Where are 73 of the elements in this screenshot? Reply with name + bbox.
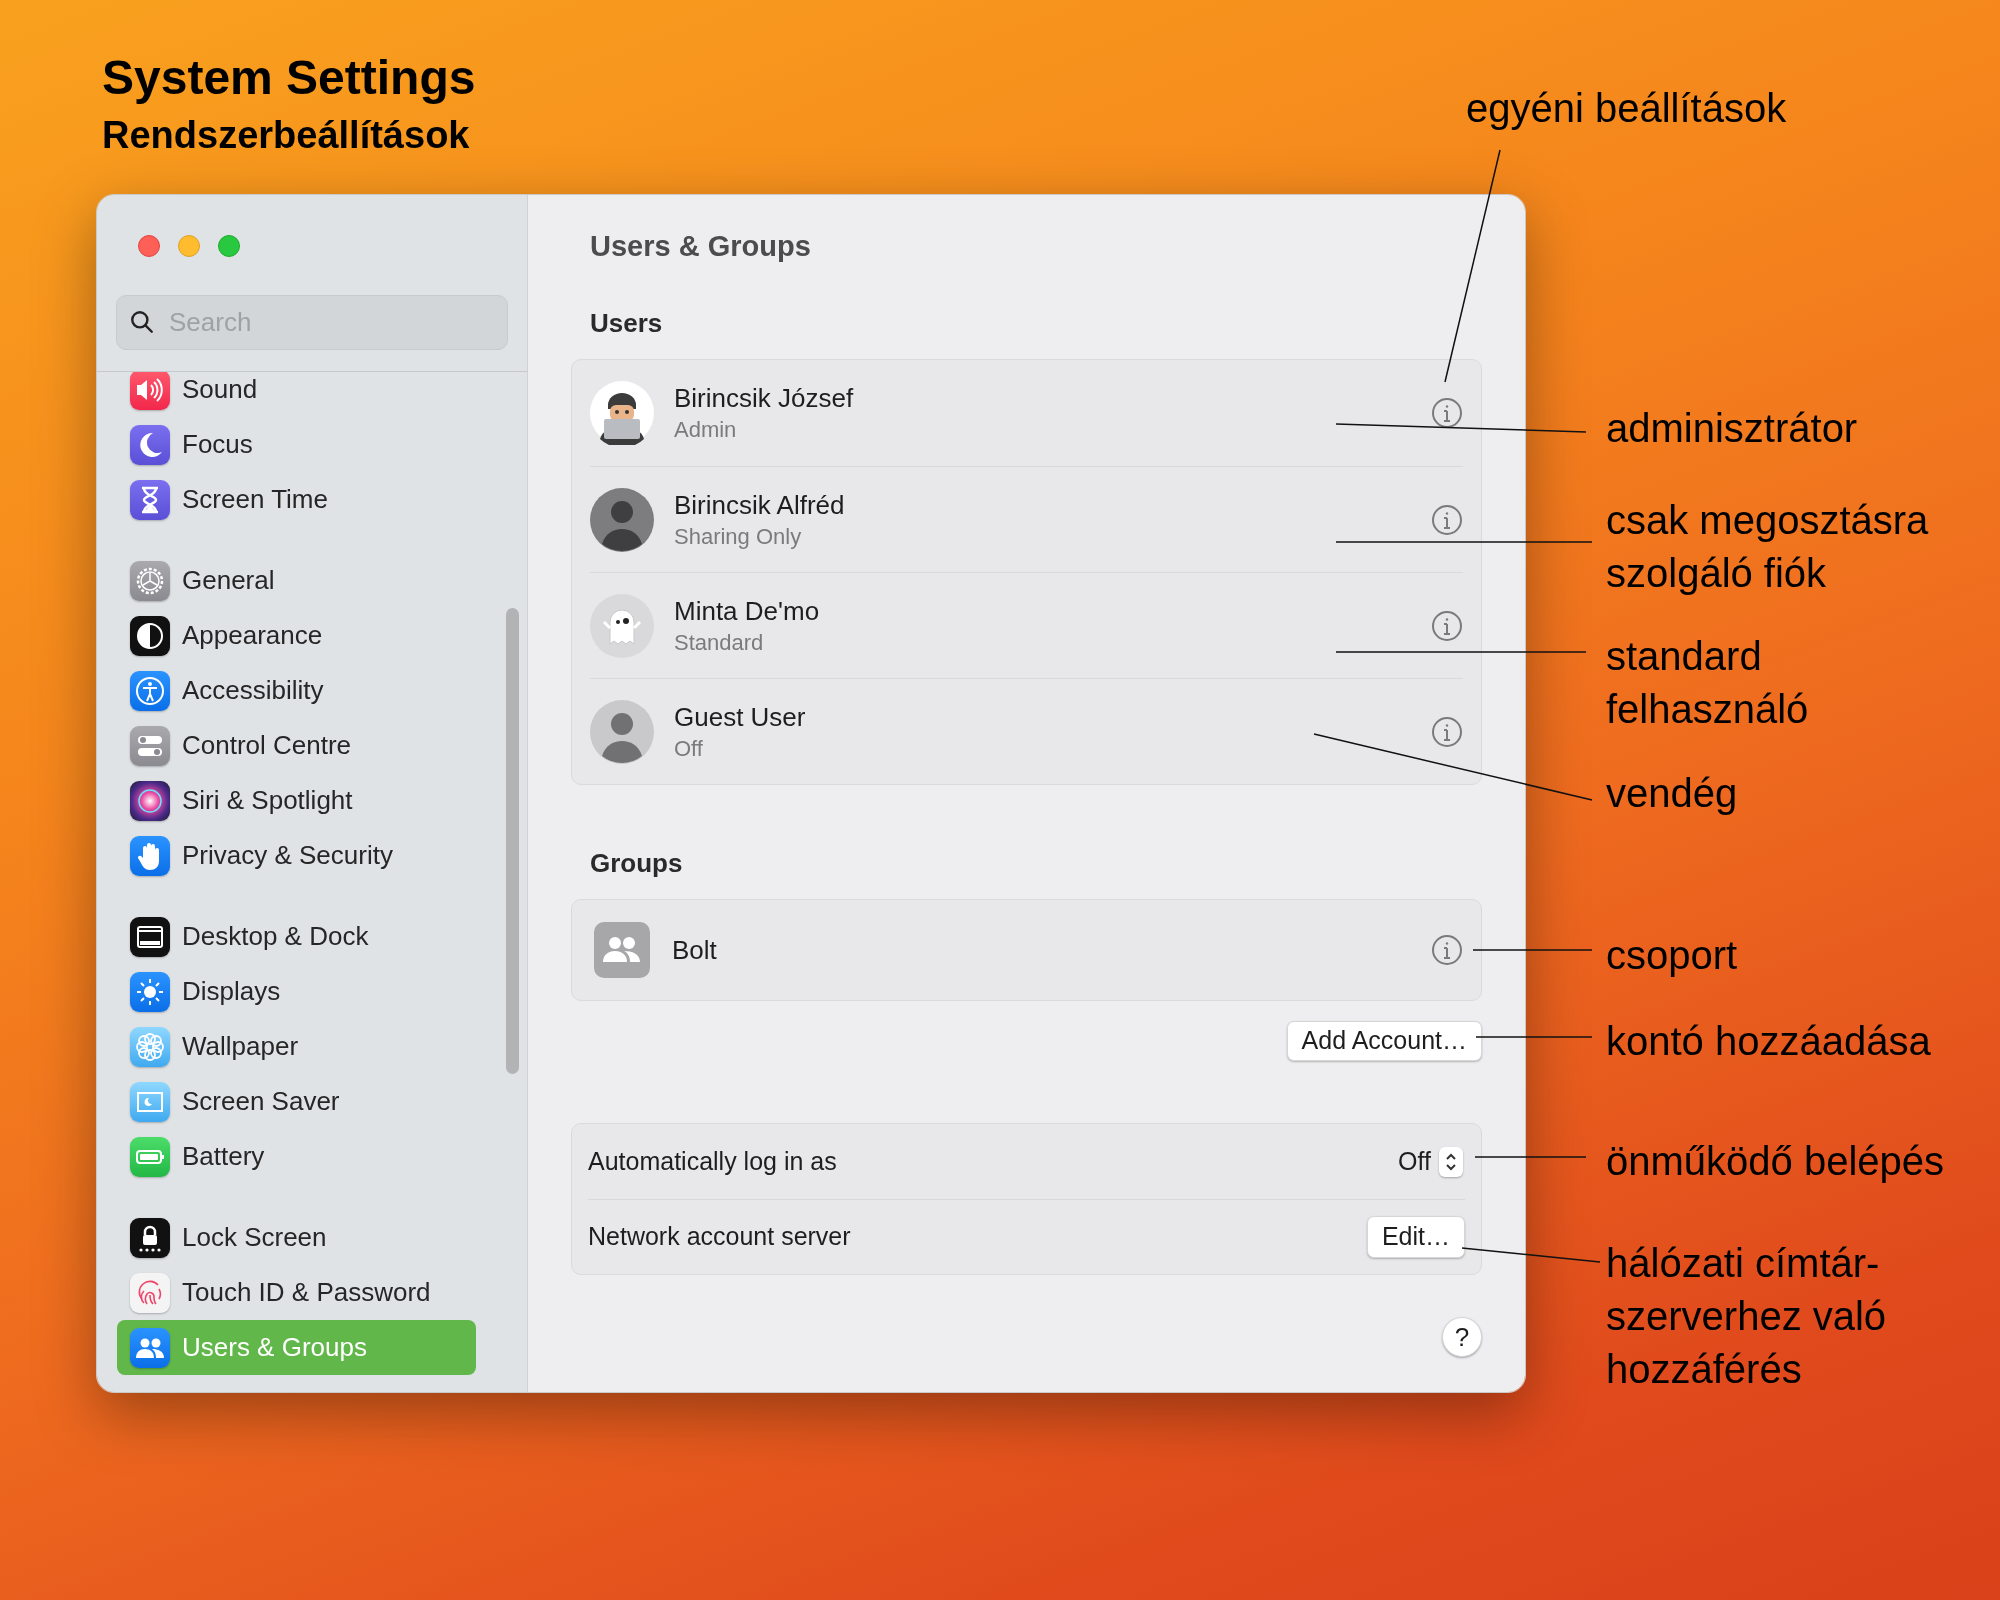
group-icon	[594, 922, 650, 978]
accessibility-icon	[130, 670, 170, 711]
callout-text: hálózati címtár- szerverhez való hozzáférés	[1606, 1240, 1887, 1393]
sidebar-item[interactable]: Lock Screen	[117, 1210, 476, 1265]
edit-button[interactable]: Edit…	[1366, 1216, 1465, 1258]
search-icon	[129, 309, 155, 335]
speaker-icon	[130, 372, 170, 410]
sidebar-item[interactable]: Touch ID & Password	[117, 1265, 476, 1320]
sidebar-item[interactable]: Siri & Spotlight	[117, 773, 476, 828]
user-name: Minta De'mo	[674, 595, 821, 626]
lock-icon	[130, 1217, 170, 1258]
zoom-button[interactable]	[218, 235, 240, 257]
sidebar-item[interactable]: Sound	[117, 372, 476, 417]
battery-icon	[130, 1136, 170, 1177]
setting-label: Network account server	[588, 1221, 852, 1253]
sidebar-item[interactable]: Displays	[117, 964, 476, 1019]
sidebar-item[interactable]: Desktop & Dock	[117, 909, 476, 964]
gear-icon	[130, 560, 170, 601]
section-heading: Users	[589, 308, 664, 338]
stepper-icon	[1439, 1146, 1463, 1177]
setting-label: Automatically log in as	[588, 1145, 838, 1177]
moon-icon	[130, 424, 170, 465]
flower-icon	[130, 1026, 170, 1067]
sidebar-item[interactable]: General	[117, 553, 476, 608]
fingerprint-icon	[130, 1272, 170, 1313]
people-icon	[130, 1327, 170, 1368]
sidebar-item[interactable]: Privacy & Security	[117, 828, 476, 883]
user-name: Guest User	[674, 701, 807, 732]
hourglass-icon	[130, 479, 170, 520]
user-role: Sharing Only	[674, 523, 803, 550]
contrast-icon	[130, 615, 170, 656]
callout-text: egyéni beállítások	[1466, 85, 1787, 132]
orb-icon	[130, 780, 170, 821]
add-account-button[interactable]: Add Account…	[1286, 1021, 1482, 1061]
ghost-avatar	[590, 593, 654, 658]
sidebar-item[interactable]: Wallpaper	[117, 1019, 476, 1074]
callout-text: kontó hozzáadása	[1606, 1018, 1931, 1065]
page-title: System Settings	[102, 50, 476, 106]
sidebar-item[interactable]: Appearance	[117, 608, 476, 663]
screen-icon	[130, 1081, 170, 1122]
user-name: Birincsik Alfréd	[674, 489, 846, 520]
cartoon-avatar	[590, 381, 654, 445]
person-avatar	[590, 699, 654, 764]
sidebar-item[interactable]: Focus	[117, 417, 476, 472]
callout-text: standard felhasználó	[1606, 633, 1809, 733]
callout-text: csak megosztásra szolgáló fiók	[1606, 497, 1929, 597]
help-button[interactable]: ?	[1442, 1317, 1482, 1357]
dock-icon	[130, 916, 170, 957]
person-avatar	[590, 487, 654, 552]
login-popup[interactable]: Off	[1398, 1142, 1463, 1181]
pane-title: Users & Groups	[589, 229, 812, 264]
callout-text: önműködő belépés	[1606, 1138, 1945, 1185]
sidebar-item[interactable]: Screen Time	[117, 472, 476, 527]
toggles-icon	[130, 725, 170, 766]
sidebar-item[interactable]: Battery	[117, 1129, 476, 1184]
user-role: Off	[674, 735, 704, 762]
callout-text: csoport	[1606, 932, 1738, 979]
sidebar-item[interactable]: Accessibility	[117, 663, 476, 718]
group-name: Bolt	[672, 933, 718, 967]
info-button[interactable]	[1431, 397, 1463, 429]
user-role: Admin	[674, 417, 738, 443]
section-heading: Groups	[589, 848, 684, 878]
hand-icon	[130, 835, 170, 876]
sun-icon	[130, 971, 170, 1012]
callout-text: adminisztrátor	[1606, 405, 1858, 452]
close-button[interactable]	[138, 235, 160, 257]
sidebar-item[interactable]: Control Centre	[117, 718, 476, 773]
scrollbar-thumb[interactable]	[506, 608, 519, 1074]
user-role: Standard	[674, 629, 765, 656]
callout-text: vendég	[1606, 770, 1738, 817]
user-name: Birincsik József	[674, 383, 855, 413]
page-subtitle: Rendszerbeállítások	[102, 113, 471, 158]
sidebar-item[interactable]: Screen Saver	[117, 1074, 476, 1129]
